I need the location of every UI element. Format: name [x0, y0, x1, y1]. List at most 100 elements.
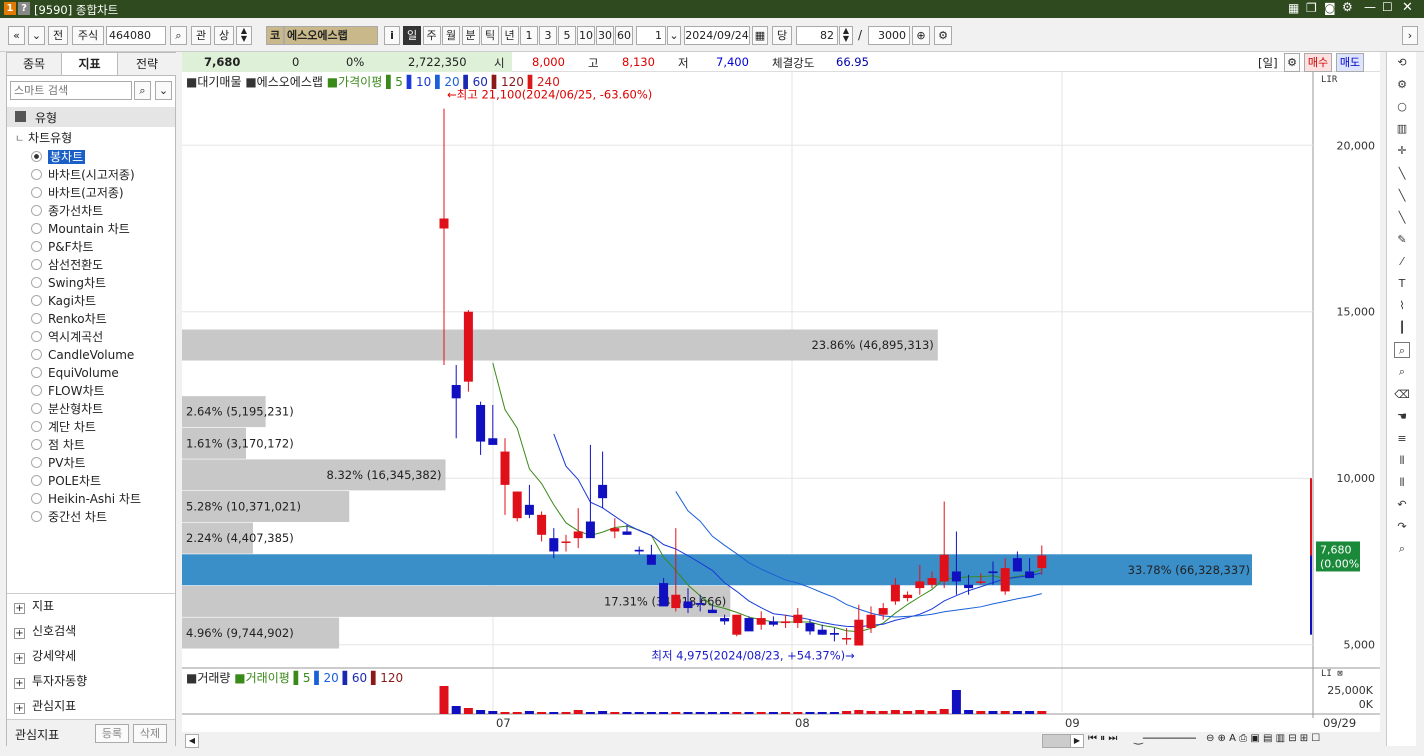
chart-type-item[interactable]: Heikin-Ashi 차트 — [31, 490, 141, 508]
chart-type-item[interactable]: 바차트(고저종) — [31, 184, 124, 202]
settings-icon[interactable]: ⚙ — [934, 26, 952, 45]
tab-strategy[interactable]: 전략 — [118, 53, 176, 75]
bottom-group-item[interactable]: + 관심지표 — [14, 696, 76, 716]
radio-icon[interactable] — [31, 187, 42, 198]
radio-icon[interactable] — [31, 259, 42, 270]
crosshair-icon[interactable]: ✛ — [1394, 143, 1410, 159]
radio-icon[interactable] — [31, 331, 42, 342]
hand-icon[interactable]: ☚ — [1394, 409, 1410, 425]
radio-icon[interactable] — [31, 313, 42, 324]
chevron-right-icon[interactable]: › — [1402, 26, 1418, 45]
bottom-group-item[interactable]: + 신호검색 — [14, 621, 76, 641]
tab-indicators[interactable]: 지표 — [62, 53, 118, 75]
radio-icon[interactable] — [31, 403, 42, 414]
zoom-input[interactable]: 82 — [796, 26, 838, 45]
zoom-stepper[interactable]: ▲ ▼ — [839, 26, 853, 45]
chart-type-item[interactable]: Renko차트 — [31, 310, 107, 328]
chart-type-item[interactable]: 계단 차트 — [31, 418, 96, 436]
expand-icon[interactable]: + — [14, 703, 25, 714]
interval-1[interactable]: 1 — [520, 26, 538, 45]
bottom-group-item[interactable]: + 투자자동향 — [14, 671, 87, 691]
chart-type-item[interactable]: 봉차트 — [31, 148, 86, 166]
zoom-in-icon[interactable]: ⊕ — [912, 26, 930, 45]
sell-button[interactable]: 매도 — [1336, 53, 1364, 72]
chevron-down-icon[interactable]: ⌄ — [155, 81, 172, 100]
tab-stocks[interactable]: 종목 — [7, 53, 62, 75]
radio-icon[interactable] — [31, 169, 42, 180]
dang-button[interactable]: 당 — [772, 26, 792, 45]
chart-icon[interactable]: ▥ — [1394, 121, 1410, 137]
gear-icon[interactable]: ⚙ — [1394, 77, 1410, 93]
radio-icon[interactable] — [31, 367, 42, 378]
chart-type-item[interactable]: Mountain 차트 — [31, 220, 130, 238]
auto-line-icon[interactable]: ⁄ — [1394, 254, 1410, 270]
buy-button[interactable]: 매수 — [1304, 53, 1332, 72]
search-icon[interactable]: ⌕ — [1394, 541, 1410, 557]
erase-icon[interactable]: ⌫ — [1394, 387, 1410, 403]
fib-icon[interactable]: ≡ — [1394, 431, 1410, 447]
subgroup-header[interactable]: ㄴ 차트유형 — [15, 129, 72, 146]
zoom-controls[interactable]: ⊖ ⊕ A ⎙ ▣ ▤ ▥ ⊟ ⊞ ☐ — [1206, 733, 1320, 744]
scroll-left-icon[interactable]: ◀ — [185, 734, 199, 748]
info-button[interactable]: i — [384, 26, 400, 45]
period-2[interactable]: 월 — [442, 26, 460, 45]
radio-icon[interactable] — [31, 151, 42, 162]
radio-icon[interactable] — [31, 223, 42, 234]
chart-type-item[interactable]: PV차트 — [31, 454, 86, 472]
circle-icon[interactable]: ○ — [1394, 99, 1410, 115]
chart-area[interactable]: 20,000 15,000 10,000 5,000 23.86% (46,895,31… — [182, 72, 1380, 744]
zoom-slider[interactable]: ‿──────── — [1134, 732, 1196, 745]
bottom-group-item[interactable]: + 지표 — [14, 596, 54, 616]
count-dropdown-icon[interactable]: ⌄ — [667, 26, 681, 45]
type-select[interactable]: 주식 — [72, 26, 104, 45]
expand-icon[interactable]: + — [14, 678, 25, 689]
prev-icon[interactable]: « — [8, 26, 25, 45]
gear-icon[interactable]: ⚙ — [1342, 0, 1353, 14]
radio-icon[interactable] — [31, 241, 42, 252]
radio-icon[interactable] — [31, 385, 42, 396]
gwan-button[interactable]: 관 — [191, 26, 211, 45]
chart-type-item[interactable]: CandleVolume — [31, 346, 134, 364]
copy-icon[interactable]: ❐ — [1306, 1, 1317, 15]
sang-button[interactable]: 상 — [214, 26, 234, 45]
interval-60[interactable]: 60 — [615, 26, 633, 45]
expand-icon[interactable]: + — [14, 653, 25, 664]
gear-icon[interactable]: ⚙ — [1284, 53, 1300, 72]
redo-icon[interactable]: ↷ — [1394, 519, 1410, 535]
camera-icon[interactable]: ◙ — [1324, 1, 1336, 15]
period-3[interactable]: 분 — [461, 26, 480, 45]
chart-type-item[interactable]: 중간선 차트 — [31, 508, 107, 526]
close-icon[interactable]: ✕ — [1402, 0, 1413, 15]
interval-5[interactable]: 5 — [558, 26, 576, 45]
search-icon[interactable]: ⌕ — [134, 81, 151, 100]
zoom-icon[interactable]: ⌕ — [1394, 342, 1410, 359]
undo-icon[interactable]: ↶ — [1394, 497, 1410, 513]
line-icon[interactable]: ╲ — [1394, 166, 1410, 182]
refresh-icon[interactable]: ⟲ — [1394, 55, 1410, 71]
interval-3[interactable]: 3 — [539, 26, 557, 45]
axis-controls-icon[interactable]: LIR — [1321, 75, 1338, 85]
table-icon[interactable]: ▦ — [1288, 1, 1299, 15]
line-icon[interactable]: ╲ — [1394, 210, 1410, 226]
radio-icon[interactable] — [31, 511, 42, 522]
register-button[interactable]: 등록 — [95, 724, 129, 743]
bottom-group-item[interactable]: + 강세약세 — [14, 646, 76, 666]
period-4[interactable]: 틱 — [481, 26, 499, 45]
chart-type-item[interactable]: Swing차트 — [31, 274, 106, 292]
chart-type-item[interactable]: POLE차트 — [31, 472, 101, 490]
text-icon[interactable]: T — [1394, 276, 1410, 292]
pen-icon[interactable]: ✎ — [1394, 232, 1410, 248]
search-icon[interactable]: ⌕ — [170, 26, 187, 45]
minimize-icon[interactable]: — — [1364, 0, 1376, 14]
zoom-icon[interactable]: ⌕ — [1394, 364, 1410, 380]
radio-icon[interactable] — [31, 457, 42, 468]
period-0[interactable]: 일 — [403, 26, 421, 45]
chart-type-item[interactable]: 역시계곡선 — [31, 328, 103, 346]
chart-type-item[interactable]: 바차트(시고저종) — [31, 166, 135, 184]
grid-icon[interactable]: ⦀ — [1394, 475, 1410, 491]
smart-search-input[interactable] — [10, 81, 132, 100]
period-5[interactable]: 년 — [500, 26, 519, 45]
radio-icon[interactable] — [31, 421, 42, 432]
candle-icon[interactable]: ┃ — [1394, 320, 1410, 336]
calendar-icon[interactable]: ▦ — [752, 26, 768, 45]
